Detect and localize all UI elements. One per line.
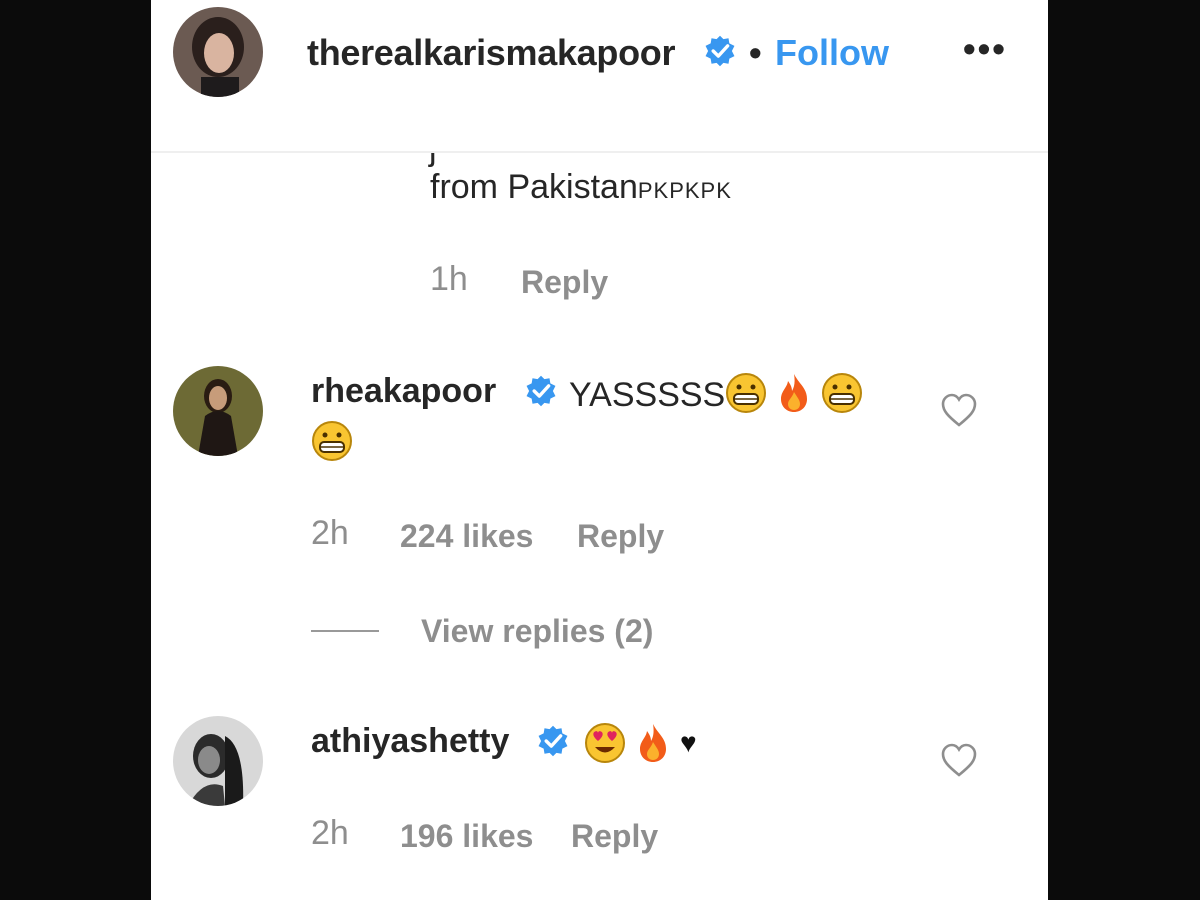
follow-button[interactable]: Follow	[775, 32, 889, 74]
previous-comment-time: 1h	[430, 260, 468, 298]
comment-reply-button[interactable]: Reply	[571, 818, 658, 855]
comments-panel: therealkarismakapoor • Follow ••• ȷ from…	[151, 0, 1048, 900]
flag-icons: PKPKPK	[637, 178, 732, 203]
comment-text: YASSSSS	[569, 372, 869, 415]
grinning-face-icon	[312, 421, 352, 461]
commenter-avatar[interactable]	[173, 366, 263, 456]
view-replies-button[interactable]: View replies (2)	[421, 613, 653, 650]
fire-icon	[781, 374, 808, 412]
replies-divider	[311, 630, 379, 632]
comment-likes[interactable]: 196 likes	[400, 818, 533, 855]
comment-time: 2h	[311, 514, 349, 552]
verified-badge-icon	[538, 725, 568, 757]
grinning-face-icon	[822, 373, 863, 413]
separator-dot: •	[749, 32, 762, 73]
post-header: therealkarismakapoor • Follow •••	[151, 0, 1048, 153]
verified-badge-icon	[526, 375, 556, 407]
comment-reply-button[interactable]: Reply	[577, 518, 664, 555]
verified-badge-icon	[705, 35, 735, 67]
comment-likes[interactable]: 224 likes	[400, 518, 533, 555]
commenter-username[interactable]: athiyashetty	[311, 722, 509, 761]
comment-text-continued	[311, 420, 359, 463]
author-username[interactable]: therealkarismakapoor	[307, 32, 675, 74]
black-heart-icon: ♥	[680, 727, 697, 758]
more-options-icon[interactable]: •••	[963, 28, 1007, 70]
author-avatar[interactable]	[173, 7, 263, 97]
previous-comment-reply-button[interactable]: Reply	[521, 264, 608, 301]
comment-time: 2h	[311, 814, 349, 852]
commenter-avatar[interactable]	[173, 716, 263, 806]
like-heart-icon[interactable]	[940, 742, 978, 778]
grinning-face-icon	[726, 373, 767, 413]
like-heart-icon[interactable]	[940, 392, 978, 428]
fire-icon	[640, 724, 666, 762]
commenter-username[interactable]: rheakapoor	[311, 372, 496, 411]
heart-eyes-face-icon	[585, 723, 625, 763]
comment-text: ♥	[584, 722, 697, 765]
previous-comment-text: from PakistanPKPKPK	[430, 168, 732, 206]
